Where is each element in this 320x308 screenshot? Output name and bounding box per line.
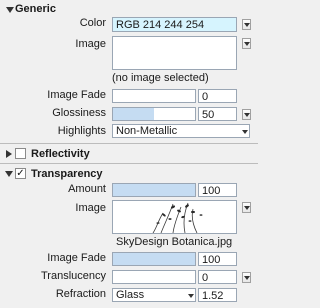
image-preview-box[interactable] — [112, 36, 237, 70]
image-dropdown-button[interactable] — [242, 38, 251, 49]
transparency-image-fade-value[interactable]: 100 — [198, 252, 237, 266]
refraction-value[interactable]: 1.52 — [198, 288, 237, 302]
amount-label: Amount — [68, 183, 106, 195]
refraction-material-select[interactable]: Glass — [112, 288, 196, 302]
transparency-image-fade-label: Image Fade — [47, 252, 106, 264]
glossiness-slider-fill — [113, 108, 154, 120]
translucency-slider[interactable] — [112, 270, 196, 284]
section-title-reflectivity[interactable]: Reflectivity — [31, 148, 90, 160]
translucency-value[interactable]: 0 — [198, 270, 237, 284]
transparency-image-fade-slider-fill — [113, 253, 195, 265]
transparency-image-name: SkyDesign Botanica.jpg — [116, 236, 233, 248]
transparency-checkbox[interactable]: ✓ — [15, 168, 26, 179]
glossiness-dropdown-button[interactable] — [242, 109, 251, 120]
color-label: Color — [79, 17, 106, 29]
expand-triangle-icon[interactable] — [6, 150, 12, 158]
dropdown-arrow-icon — [244, 23, 250, 27]
highlights-label: Highlights — [57, 125, 106, 137]
reflectivity-checkbox[interactable] — [15, 148, 26, 159]
divider — [0, 163, 258, 164]
amount-value[interactable]: 100 — [198, 183, 237, 197]
section-title-transparency[interactable]: Transparency — [31, 168, 103, 180]
refraction-material-selected: Glass — [116, 289, 145, 301]
transparency-image-fade-slider[interactable] — [112, 252, 196, 266]
chevron-down-icon — [242, 130, 248, 134]
divider — [0, 143, 258, 144]
image-fade-slider[interactable] — [112, 89, 196, 103]
translucency-label: Translucency — [40, 270, 106, 282]
highlights-selected: Non-Metallic — [116, 125, 178, 137]
transparency-image-label: Image — [75, 202, 106, 214]
section-title-generic[interactable]: Generic — [15, 3, 56, 15]
dropdown-arrow-icon — [244, 42, 250, 46]
no-image-text: (no image selected) — [112, 72, 209, 84]
transparency-image-dropdown-button[interactable] — [242, 202, 251, 213]
dropdown-arrow-icon — [244, 206, 250, 210]
transparency-image-thumbnail[interactable] — [112, 200, 237, 234]
amount-slider[interactable] — [112, 183, 196, 197]
amount-slider-fill — [113, 184, 195, 196]
botanica-texture-image — [113, 201, 236, 233]
color-dropdown-button[interactable] — [242, 19, 251, 30]
glossiness-value[interactable]: 50 — [198, 107, 237, 121]
image-label: Image — [75, 38, 106, 50]
refraction-label: Refraction — [55, 288, 106, 300]
translucency-dropdown-button[interactable] — [242, 272, 251, 283]
highlights-select[interactable]: Non-Metallic — [112, 124, 250, 138]
color-swatch-field[interactable]: RGB 214 244 254 — [112, 17, 237, 32]
chevron-down-icon — [188, 294, 194, 298]
collapse-triangle-icon[interactable] — [6, 7, 14, 13]
dropdown-arrow-icon — [244, 113, 250, 117]
glossiness-slider[interactable] — [112, 107, 196, 121]
image-fade-label: Image Fade — [47, 89, 106, 101]
glossiness-label: Glossiness — [52, 107, 106, 119]
image-fade-value[interactable]: 0 — [198, 89, 237, 103]
collapse-triangle-icon[interactable] — [5, 171, 13, 177]
dropdown-arrow-icon — [244, 276, 250, 280]
